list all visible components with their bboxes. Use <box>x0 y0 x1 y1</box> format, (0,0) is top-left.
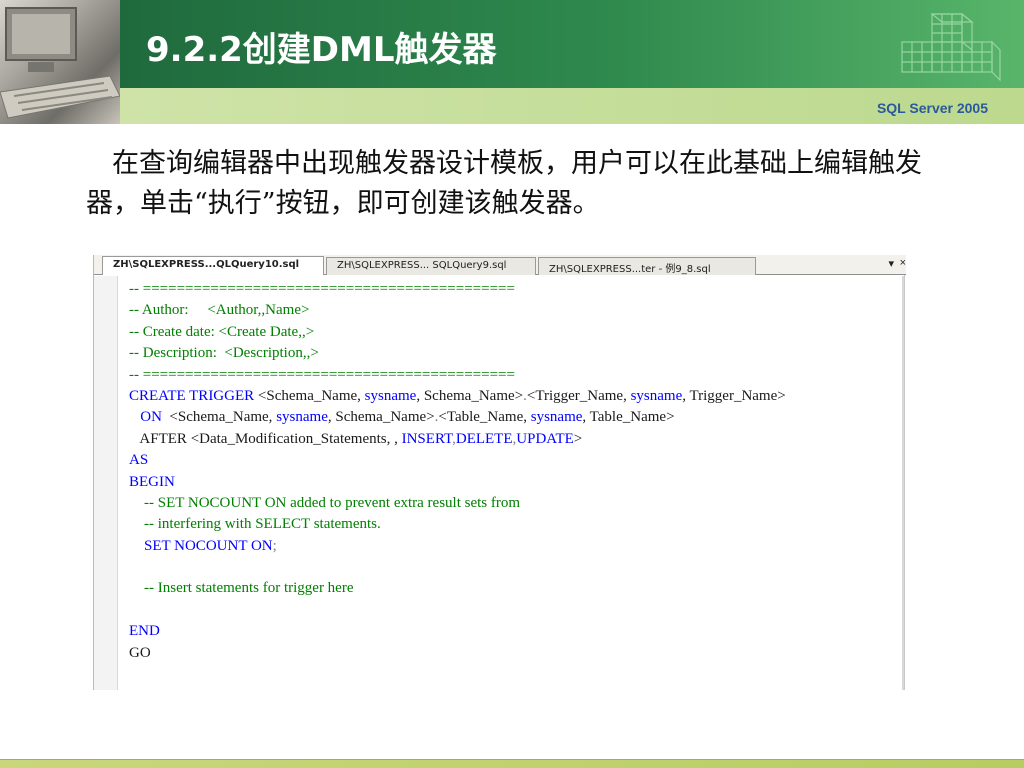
code-line: -- Author: <Author,,Name> <box>129 300 786 321</box>
code-token: , Schema_Name> <box>416 387 524 404</box>
code-token: -- interfering with SELECT statements. <box>129 516 381 533</box>
code-token: sysname <box>276 409 328 426</box>
code-token: -- SET NOCOUNT ON added to prevent extra… <box>129 494 521 511</box>
code-token: <Trigger_Name, <box>526 387 631 404</box>
code-line: ON <Schema_Name, sysname, Schema_Name>.<… <box>129 407 786 428</box>
code-token: END <box>129 623 160 640</box>
code-token: , Table_Name> <box>582 409 675 426</box>
close-icon[interactable]: × <box>900 257 906 269</box>
code-token: -- Author: <Author,,Name> <box>129 302 310 319</box>
code-token: INSERT <box>401 430 453 447</box>
tab-example-9-8[interactable]: ZH\SQLEXPRESS...ter - 例9_8.sql <box>538 257 756 275</box>
code-line: BEGIN <box>129 472 786 493</box>
code-token: ON <box>129 409 170 426</box>
computer-photo-image <box>0 0 120 124</box>
code-token: > <box>573 430 583 447</box>
code-token: DELETE <box>455 430 513 447</box>
code-token: ; <box>272 537 277 554</box>
code-token: sysname <box>530 409 583 426</box>
code-line: CREATE TRIGGER <Schema_Name, sysname, Sc… <box>129 386 786 407</box>
code-token: <Table_Name, <box>438 409 531 426</box>
code-line: -- Create date: <Create Date,,> <box>129 322 786 343</box>
code-token: <Schema_Name, <box>257 387 365 404</box>
code-line: SET NOCOUNT ON; <box>129 536 786 557</box>
code-line: END <box>129 621 786 642</box>
code-line: AFTER <Data_Modification_Statements, , I… <box>129 429 786 450</box>
slide-title: 9.2.2创建DML触发器 <box>146 30 497 70</box>
code-token: sysname <box>630 387 683 404</box>
code-token: <Data_Modification_Statements, , <box>190 430 402 447</box>
editor-gutter <box>94 276 118 690</box>
code-token: , Schema_Name> <box>327 409 435 426</box>
code-token: GO <box>129 644 151 661</box>
tab-sqlquery9[interactable]: ZH\SQLEXPRESS... SQLQuery9.sql <box>326 257 536 275</box>
code-token: SET NOCOUNT ON <box>129 537 273 554</box>
code-token: CREATE TRIGGER <box>129 387 258 404</box>
code-token: -- =====================================… <box>129 281 515 297</box>
code-line: -- SET NOCOUNT ON added to prevent extra… <box>129 493 786 514</box>
query-editor-window: ZH\SQLEXPRESS...QLQuery10.sql ZH\SQLEXPR… <box>93 255 906 690</box>
code-token: , Trigger_Name> <box>682 387 786 404</box>
code-token: BEGIN <box>129 473 175 490</box>
footer-stripe <box>0 759 1024 768</box>
document-tab-bar: ZH\SQLEXPRESS...QLQuery10.sql ZH\SQLEXPR… <box>94 255 906 275</box>
code-line: -- Insert statements for trigger here <box>129 578 786 599</box>
cube-stack-icon <box>901 12 1001 82</box>
code-line: -- =====================================… <box>129 279 786 300</box>
code-token: AFTER <box>129 430 191 447</box>
code-line <box>129 557 786 578</box>
code-token: AS <box>129 452 149 469</box>
code-line <box>129 600 786 621</box>
code-token: -- =====================================… <box>129 366 515 383</box>
tab-sqlquery10[interactable]: ZH\SQLEXPRESS...QLQuery10.sql <box>102 256 324 275</box>
code-line: -- interfering with SELECT statements. <box>129 514 786 535</box>
code-line: AS <box>129 450 786 471</box>
description-paragraph: 在查询编辑器中出现触发器设计模板，用户可以在此基础上编辑触发器，单击“执行”按钮… <box>86 148 922 219</box>
tab-list-dropdown-icon[interactable]: ▾ <box>888 257 894 270</box>
code-line: GO <box>129 643 786 664</box>
code-token: -- Insert statements for trigger here <box>129 580 354 597</box>
code-line: -- =====================================… <box>129 365 786 386</box>
code-token: UPDATE <box>516 430 574 447</box>
brand-label: SQL Server 2005 <box>876 100 988 116</box>
code-line: -- Description: <Description,,> <box>129 343 786 364</box>
code-token: sysname <box>364 387 417 404</box>
vertical-scrollbar[interactable] <box>902 276 904 690</box>
slide-header: 9.2.2创建DML触发器 SQL Server 2005 <box>0 0 1024 124</box>
code-token: -- Description: <Description,,> <box>129 345 319 362</box>
code-token: <Schema_Name, <box>169 409 277 426</box>
code-token: -- Create date: <Create Date,,> <box>129 323 315 340</box>
sql-code-area[interactable]: -- =====================================… <box>129 279 786 664</box>
